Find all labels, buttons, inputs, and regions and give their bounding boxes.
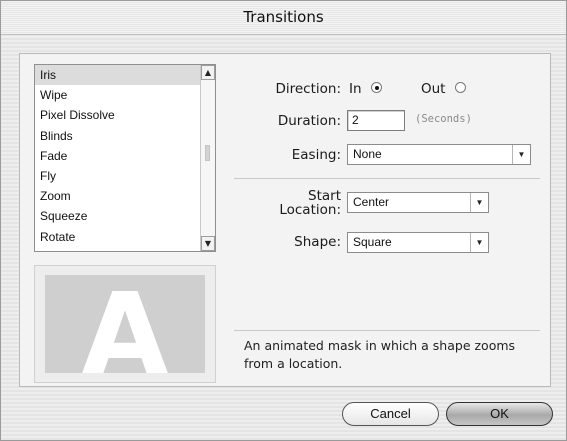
chevron-down-icon[interactable]: ▼ bbox=[470, 233, 488, 252]
direction-in-label[interactable]: In bbox=[349, 81, 362, 97]
start-location-select[interactable]: Center ▼ bbox=[347, 192, 489, 213]
duration-input[interactable]: 2 bbox=[347, 110, 405, 131]
duration-label: Duration: bbox=[277, 113, 341, 129]
chevron-down-icon[interactable]: ▼ bbox=[470, 193, 488, 212]
transition-preview: A bbox=[45, 275, 205, 373]
shape-select[interactable]: Square ▼ bbox=[347, 232, 489, 253]
list-item[interactable]: Wipe bbox=[35, 85, 201, 105]
description-divider bbox=[234, 330, 540, 331]
list-item[interactable]: Fly bbox=[35, 166, 201, 186]
chevron-down-icon[interactable]: ▼ bbox=[512, 145, 530, 164]
shape-label: Shape: bbox=[294, 234, 341, 250]
start-location-label-line2: Location: bbox=[279, 202, 341, 218]
easing-value: None bbox=[353, 147, 382, 161]
list-item[interactable]: Zoom bbox=[35, 186, 201, 206]
direction-out-radio[interactable] bbox=[455, 82, 466, 93]
settings-divider bbox=[234, 178, 540, 179]
scroll-down-arrow-icon[interactable]: ▼ bbox=[201, 236, 215, 251]
preview-frame: A bbox=[34, 265, 216, 383]
start-location-value: Center bbox=[353, 195, 390, 209]
dialog-title: Transitions bbox=[243, 8, 324, 26]
transition-list-items: Iris Wipe Pixel Dissolve Blinds Fade Fly Zoom S… bbox=[35, 65, 201, 247]
direction-label: Direction: bbox=[275, 81, 341, 97]
title-bar[interactable]: Transitions bbox=[1, 1, 566, 35]
list-item[interactable]: Squeeze bbox=[35, 206, 201, 226]
easing-label: Easing: bbox=[291, 147, 341, 163]
scroll-up-arrow-icon[interactable]: ▲ bbox=[201, 65, 215, 80]
transition-list[interactable]: Iris Wipe Pixel Dissolve Blinds Fade Fly Zoom S… bbox=[34, 64, 216, 252]
transition-description: An animated mask in which a shape zooms … bbox=[244, 337, 542, 373]
preview-letter: A bbox=[82, 275, 169, 373]
list-item[interactable]: Rotate bbox=[35, 227, 201, 247]
list-scrollbar[interactable]: ▲ ▼ bbox=[200, 65, 215, 251]
direction-in-radio[interactable] bbox=[371, 82, 382, 93]
description-line2: from a location. bbox=[244, 356, 343, 371]
transitions-dialog: Transitions Iris Wipe Pixel Dissolve Blinds… bbox=[0, 0, 567, 441]
scroll-thumb[interactable] bbox=[205, 145, 210, 161]
start-location-label-line1: Start bbox=[308, 188, 341, 204]
preview-letter-graphic: A bbox=[82, 275, 169, 373]
direction-out-label[interactable]: Out bbox=[421, 81, 445, 97]
ok-button[interactable]: OK bbox=[446, 402, 553, 426]
description-line1: An animated mask in which a shape zooms bbox=[244, 338, 516, 353]
list-item[interactable]: Pixel Dissolve bbox=[35, 105, 201, 125]
list-item[interactable]: Blinds bbox=[35, 126, 201, 146]
cancel-button[interactable]: Cancel bbox=[342, 402, 439, 426]
shape-value: Square bbox=[353, 235, 392, 249]
settings-panel: Direction: In Out Duration: 2 (Seconds) … bbox=[222, 64, 544, 382]
list-item[interactable]: Fade bbox=[35, 146, 201, 166]
content-panel: Iris Wipe Pixel Dissolve Blinds Fade Fly Zoom S… bbox=[19, 53, 551, 387]
list-item[interactable]: Iris bbox=[35, 65, 201, 86]
start-location-label: Start Location: bbox=[222, 189, 341, 217]
easing-select[interactable]: None ▼ bbox=[347, 144, 531, 165]
duration-unit: (Seconds) bbox=[415, 113, 472, 125]
